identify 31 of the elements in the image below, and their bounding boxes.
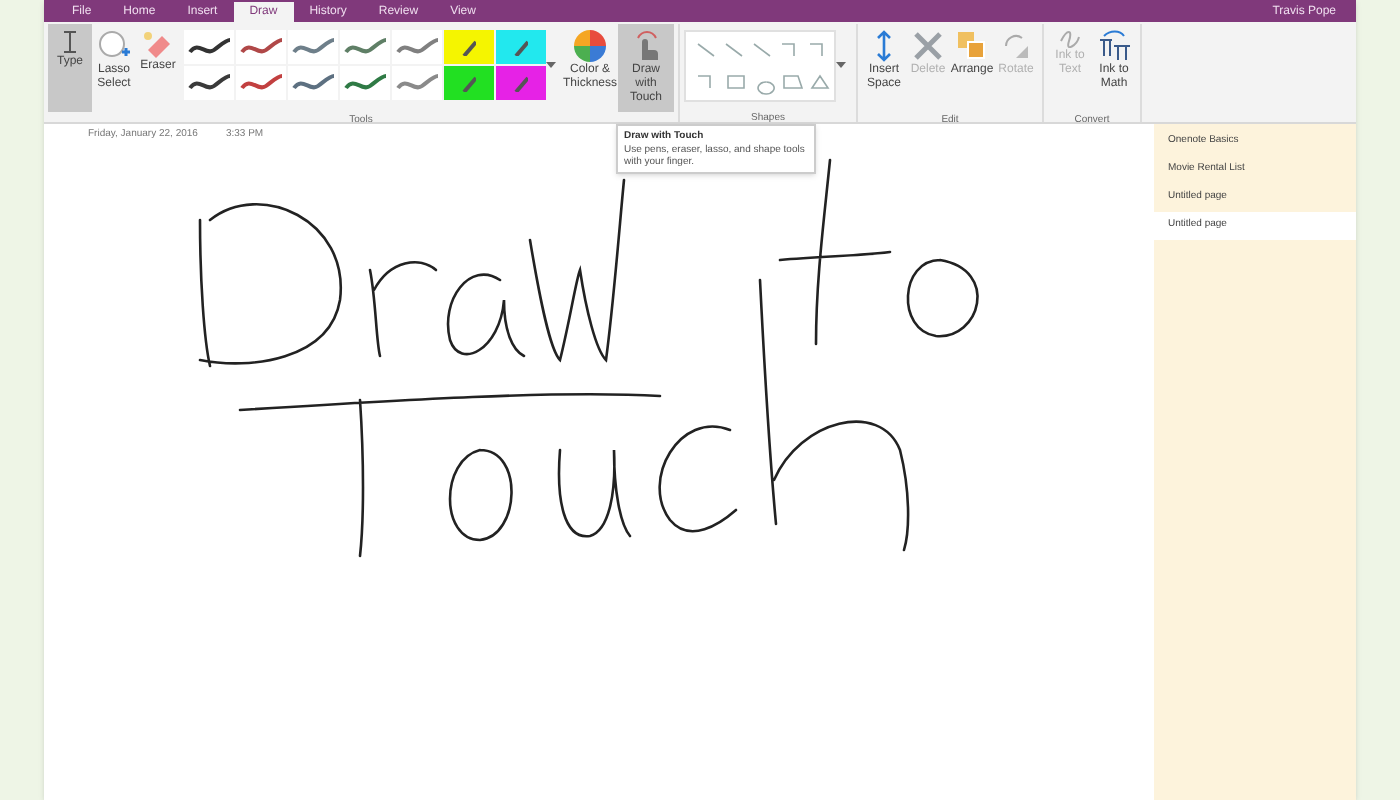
pen-swatch[interactable] (340, 30, 390, 64)
pen-swatch[interactable] (288, 66, 338, 100)
hand-pointer-icon (632, 30, 660, 62)
pen-swatch[interactable] (392, 66, 442, 100)
caret-icon (546, 61, 556, 69)
rotate-icon (1000, 30, 1032, 62)
eraser-icon (142, 30, 174, 58)
marker-icon (462, 39, 476, 55)
pen-swatch[interactable] (184, 30, 234, 64)
vertical-arrows-icon (874, 30, 894, 62)
highlighter-swatch[interactable] (444, 30, 494, 64)
delete-x-icon (912, 30, 944, 62)
marker-icon (462, 75, 476, 91)
caret-icon (836, 62, 846, 70)
pen-swatch[interactable] (288, 30, 338, 64)
marker-icon (514, 75, 528, 91)
pen-swatch[interactable] (392, 30, 442, 64)
pen-swatch[interactable] (340, 66, 390, 100)
highlighter-swatch[interactable] (496, 30, 546, 64)
marker-icon (514, 39, 528, 55)
arrange-icon (956, 30, 988, 62)
lasso-icon (96, 30, 132, 62)
highlighter-swatch[interactable] (444, 66, 494, 100)
pen-swatch[interactable] (184, 66, 234, 100)
ink-to-math-icon (1096, 30, 1132, 62)
text-cursor-icon (62, 30, 78, 54)
pen-swatch[interactable] (236, 66, 286, 100)
pen-swatch[interactable] (236, 30, 286, 64)
color-wheel-icon (574, 30, 606, 62)
ink-to-text-icon (1059, 30, 1081, 48)
highlighter-swatch[interactable] (496, 66, 546, 100)
